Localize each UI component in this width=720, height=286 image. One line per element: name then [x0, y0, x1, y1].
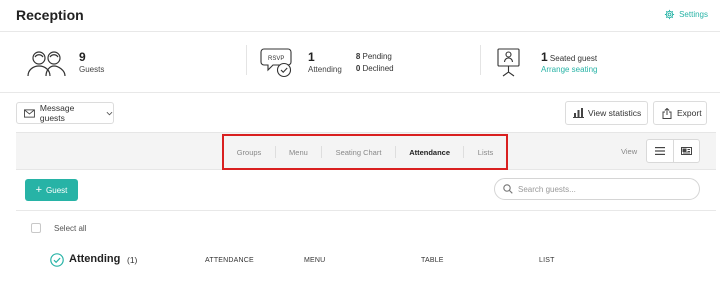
- declined-count: 0: [355, 64, 361, 73]
- view-toggle: [646, 139, 700, 163]
- stat-attending: RSVP 1 Attending 8 Pending 0 Declined: [260, 40, 394, 86]
- add-guest-label: Guest: [46, 185, 68, 195]
- seated-count: 1: [541, 50, 548, 64]
- stat-guests: 9 Guests: [26, 40, 104, 86]
- seated-label: Seated guest: [549, 54, 598, 63]
- declined-count-line: 0 Declined: [356, 63, 394, 75]
- list-view-button[interactable]: [647, 140, 673, 162]
- seating-chart-icon: [497, 48, 520, 77]
- card-icon: [680, 147, 692, 155]
- pending-count: 8: [355, 52, 361, 61]
- search-icon: [503, 184, 513, 194]
- export-button[interactable]: Export: [653, 101, 707, 125]
- tab-separator: [463, 146, 465, 158]
- export-icon: [662, 107, 672, 119]
- attending-label: Attending: [308, 65, 342, 74]
- gear-icon: [665, 9, 675, 20]
- view-statistics-button[interactable]: View statistics: [565, 101, 648, 125]
- export-label: Export: [677, 108, 702, 118]
- select-all-checkbox[interactable]: [31, 223, 41, 233]
- search-box: [494, 178, 700, 200]
- pending-label: Pending: [362, 52, 392, 61]
- column-header-table[interactable]: TABLE: [421, 257, 444, 264]
- arrange-seating-link[interactable]: Arrange seating: [541, 65, 597, 74]
- tab-groups[interactable]: Groups: [237, 148, 262, 157]
- rsvp-icon: RSVP: [260, 48, 292, 78]
- view-statistics-label: View statistics: [588, 108, 642, 118]
- tab-separator: [274, 146, 276, 158]
- search-input[interactable]: [518, 184, 688, 194]
- chevron-down-icon: [106, 111, 113, 115]
- bar-chart-icon: [573, 108, 584, 118]
- stat-seated: 1 Seated guest Arrange seating: [496, 40, 597, 86]
- page-title: Reception: [16, 7, 84, 23]
- view-label: View: [621, 147, 638, 156]
- tab-attendance[interactable]: Attendance: [409, 148, 450, 157]
- guests-icon: [27, 51, 66, 77]
- declined-label: Declined: [362, 64, 394, 73]
- seated-line: 1 Seated guest: [541, 50, 597, 65]
- divider: [0, 92, 720, 93]
- guests-count: 9: [79, 50, 86, 64]
- column-header-attendance[interactable]: ATTENDANCE: [205, 257, 254, 264]
- message-guests-button[interactable]: Message guests: [16, 102, 114, 124]
- message-guests-label: Message guests: [39, 103, 75, 123]
- settings-label: Settings: [679, 10, 708, 19]
- list-icon: [654, 147, 665, 155]
- pending-count-line: 8 Pending: [356, 51, 394, 63]
- attending-count: 1: [308, 50, 315, 64]
- group-count: (1): [127, 255, 138, 265]
- tab-separator: [321, 146, 323, 158]
- divider: [0, 31, 720, 32]
- check-circle-icon: [50, 253, 64, 267]
- tab-menu[interactable]: Menu: [289, 148, 308, 157]
- select-all-label: Select all: [54, 224, 87, 233]
- divider: [246, 45, 247, 75]
- column-header-list[interactable]: LIST: [539, 257, 555, 264]
- plus-icon: +: [35, 184, 43, 196]
- divider: [480, 45, 481, 75]
- tab-list: Groups Menu Seating Chart Attendance Lis…: [222, 134, 508, 170]
- group-title: Attending: [69, 253, 121, 265]
- tab-seating-chart[interactable]: Seating Chart: [336, 148, 382, 157]
- envelope-icon: [24, 108, 35, 118]
- add-guest-button[interactable]: + Guest: [25, 179, 78, 201]
- rsvp-text: RSVP: [268, 56, 284, 62]
- divider: [16, 210, 716, 211]
- settings-link[interactable]: Settings: [664, 9, 708, 20]
- card-view-button[interactable]: [672, 140, 700, 162]
- tab-separator: [394, 146, 396, 158]
- guests-label: Guests: [79, 65, 105, 74]
- column-header-menu[interactable]: MENU: [304, 257, 325, 264]
- tab-lists[interactable]: Lists: [478, 148, 493, 157]
